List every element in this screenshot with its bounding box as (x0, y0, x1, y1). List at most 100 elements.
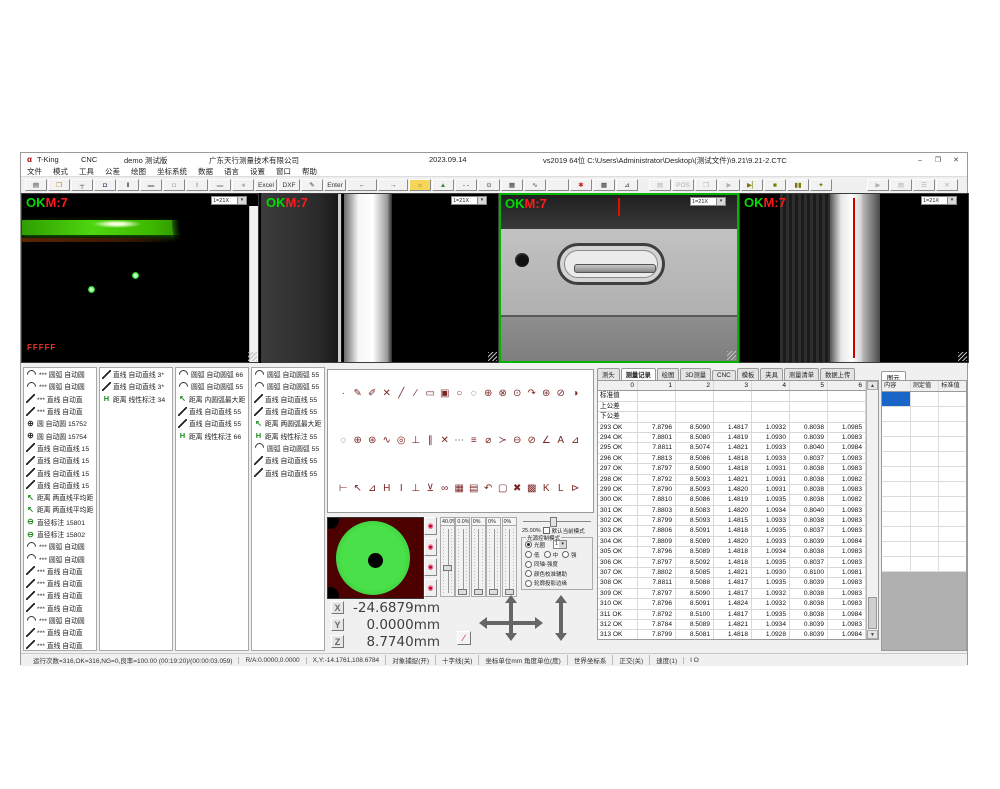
cell[interactable] (911, 392, 940, 406)
cell[interactable] (939, 392, 967, 406)
cell[interactable]: 0.8039 (790, 630, 828, 639)
cell[interactable]: 1.4820 (714, 537, 752, 546)
palette-tool-icon[interactable]: ⊘ (554, 388, 569, 399)
cell[interactable]: 7.8799 (638, 516, 676, 525)
menu-item-窗口[interactable]: 窗口 (276, 166, 291, 177)
cell[interactable]: 1.0983 (828, 558, 866, 567)
lamp-ring-icon[interactable]: ◉ (424, 558, 437, 576)
list-item[interactable]: H距离 线性标注 66 (176, 429, 248, 441)
light-slider[interactable]: 0% (486, 517, 501, 597)
cell[interactable]: 8.5089 (676, 547, 714, 556)
element-row[interactable] (882, 407, 966, 422)
cell[interactable]: 1.0984 (828, 443, 866, 452)
cell[interactable]: 8.5080 (676, 433, 714, 442)
cell[interactable]: 1.4821 (714, 620, 752, 629)
table-row[interactable]: 293 OK7.87968.50901.48171.09320.80381.09… (598, 423, 878, 433)
feature-list-2[interactable]: 直线 自动直线 3*直线 自动直线 3*H距离 线性标注 34 (99, 367, 173, 651)
cell[interactable]: 1.0935 (752, 495, 790, 504)
slider-thumb[interactable] (443, 565, 452, 571)
blank-tool-icon[interactable] (547, 179, 569, 191)
scrollbar-thumb[interactable] (868, 597, 877, 629)
slider-track[interactable] (471, 526, 486, 597)
cell[interactable]: 1.0984 (828, 610, 866, 619)
cell[interactable]: 1.4815 (714, 516, 752, 525)
light-slider[interactable]: 0% (471, 517, 486, 597)
cell[interactable] (939, 542, 967, 556)
radio-光圈[interactable] (525, 541, 532, 548)
cell[interactable]: 1.0982 (828, 495, 866, 504)
palette-tool-icon[interactable]: ⊻ (423, 483, 438, 494)
lamp-ring-icon[interactable]: ◉ (424, 517, 437, 535)
cell[interactable]: 8.5089 (676, 620, 714, 629)
element-row[interactable] (882, 512, 966, 527)
palette-tool-icon[interactable]: ▭ (423, 388, 438, 399)
palette-tool-icon[interactable]: ⊕ (351, 435, 366, 446)
slider-track[interactable] (502, 526, 517, 597)
cell[interactable]: 1.0983 (828, 589, 866, 598)
palette-tool-icon[interactable]: ⊥ (409, 483, 424, 494)
cell[interactable] (828, 391, 866, 400)
tab-夹具[interactable]: 夹具 (760, 368, 783, 380)
list-item[interactable]: ⊕圆 自动圆 15752 (24, 417, 96, 429)
lamp-ring-icon[interactable]: ◉ (424, 579, 437, 597)
table-row[interactable]: 299 OK7.87908.50931.48201.09310.80381.09… (598, 485, 878, 495)
palette-tool-icon[interactable]: ◌ (336, 435, 351, 446)
slider-thumb[interactable] (458, 589, 467, 595)
measurement-record-table[interactable]: 0123456标准值上公差下公差293 OK7.87968.50901.4817… (597, 380, 879, 640)
camera-view-2[interactable]: OKM:7 1=21X▾ (261, 193, 499, 363)
list-item[interactable]: 直线 自动直线 15 (24, 442, 96, 454)
list-item[interactable]: 圆弧 自动圆弧 55 (252, 380, 324, 392)
table-row[interactable]: 296 OK7.88138.50861.48181.09330.80371.09… (598, 454, 878, 464)
cell[interactable]: 1.0935 (752, 610, 790, 619)
open-folder-icon[interactable]: ❐ (48, 179, 70, 191)
cell[interactable]: 1.0983 (828, 526, 866, 535)
list-item[interactable]: ⊕圆 自动圆 15754 (24, 429, 96, 441)
list-item[interactable]: *** 直线 自动直 (24, 639, 96, 651)
list-item[interactable]: *** 直线 自动直 (24, 602, 96, 614)
run-stop-icon[interactable]: ■ (764, 179, 786, 191)
table-row[interactable]: 301 OK7.88038.50831.48201.09340.80401.09… (598, 506, 878, 516)
table-row[interactable]: 295 OK7.88118.50741.48211.09330.80401.09… (598, 443, 878, 453)
cell[interactable]: 0.8038 (790, 495, 828, 504)
minimize-button[interactable]: – (913, 155, 927, 166)
image-pane-icon[interactable]: ▬ (140, 179, 162, 191)
cell[interactable]: 1.4818 (714, 464, 752, 473)
pen-edit-icon[interactable]: ✎ (301, 179, 323, 191)
palette-tool-icon[interactable]: ○ (452, 388, 467, 399)
cell[interactable]: 1.4818 (714, 454, 752, 463)
palette-tool-icon[interactable]: ⊙ (510, 388, 525, 399)
cell[interactable] (911, 407, 940, 421)
cell[interactable]: 1.0931 (752, 464, 790, 473)
palette-tool-icon[interactable]: ∞ (438, 483, 453, 494)
cell[interactable]: 1.0933 (752, 454, 790, 463)
cell[interactable] (882, 527, 911, 541)
palette-tool-icon[interactable]: ⊳ (568, 483, 583, 494)
resize-grip-icon[interactable] (488, 352, 497, 361)
list-item[interactable]: ↖距离 两直线平均距 (24, 491, 96, 503)
cell[interactable]: 7.8806 (638, 526, 676, 535)
caliper-icon[interactable]: Ⅱ (117, 179, 139, 191)
y-axis-button[interactable]: Y (331, 618, 344, 631)
radio-轮廓投影边缘[interactable] (525, 580, 532, 587)
camera-zoom-select[interactable]: 1=21X▾ (451, 196, 487, 205)
dash-dash-button[interactable]: - - (455, 179, 477, 191)
list-item[interactable]: *** 圆弧 自动圆 (24, 380, 96, 392)
radio-同轴-强度[interactable] (525, 561, 532, 568)
table-row[interactable]: 306 OK7.87978.50921.48181.09350.80371.09… (598, 558, 878, 568)
list-item[interactable]: *** 直线 自动直 (24, 589, 96, 601)
cell[interactable]: 7.8797 (638, 558, 676, 567)
cell[interactable] (638, 391, 676, 400)
cell[interactable] (939, 512, 967, 526)
element-row[interactable] (882, 422, 966, 437)
element-row[interactable] (882, 527, 966, 542)
palette-tool-icon[interactable]: H (380, 483, 395, 494)
cell[interactable]: 0.8039 (790, 537, 828, 546)
menu-item-数据[interactable]: 数据 (198, 166, 213, 177)
cell[interactable] (939, 452, 967, 466)
table-row[interactable]: 309 OK7.87978.50901.48171.09320.80381.09… (598, 589, 878, 599)
palette-tool-icon[interactable]: ≡ (467, 435, 482, 446)
camera-zoom-select[interactable]: 1=21X▾ (921, 196, 957, 205)
dxf-export-button[interactable]: DXF (278, 179, 300, 191)
cell[interactable]: 0.8100 (790, 568, 828, 577)
cell[interactable] (911, 482, 940, 496)
